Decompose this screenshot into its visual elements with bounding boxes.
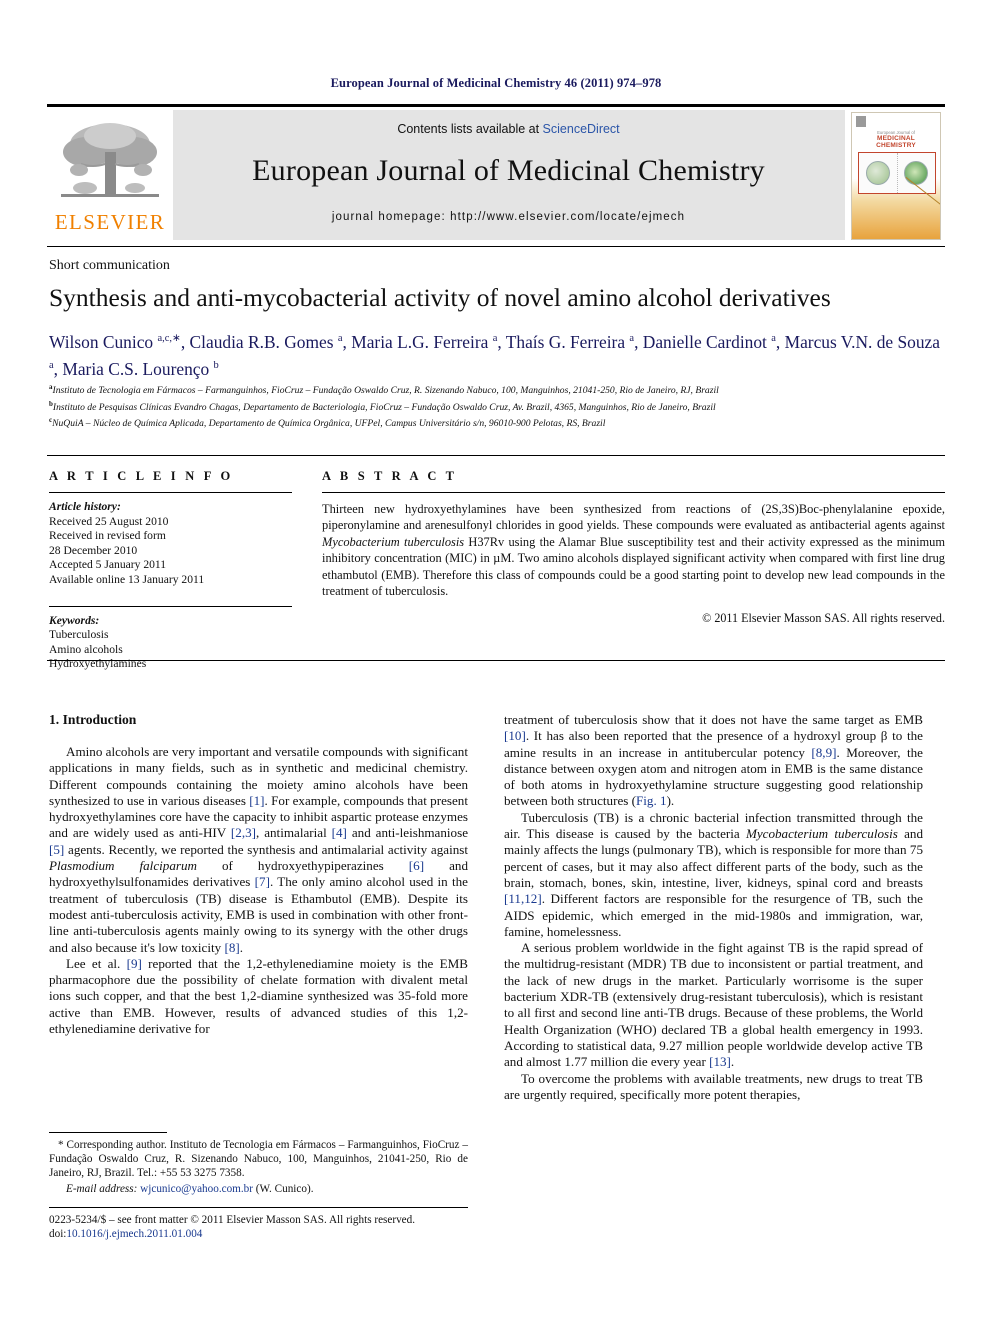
keyword-item: Tuberculosis	[49, 628, 109, 642]
cover-publisher-mark-icon	[856, 116, 866, 127]
body-paragraph: To overcome the problems with available …	[504, 1070, 923, 1102]
corresponding-author-footnote: * Corresponding author. Instituto de Tec…	[49, 1138, 468, 1196]
author-list: Wilson Cunico a,c,∗, Claudia R.B. Gomes …	[49, 331, 940, 379]
contents-prefix: Contents lists available at	[397, 122, 543, 136]
abstract-heading: A B S T R A C T	[322, 469, 458, 483]
history-item: 28 December 2010	[49, 543, 138, 557]
body-paragraph: Tuberculosis (TB) is a chronic bacterial…	[504, 809, 924, 939]
affiliation-a: aInstituto de Tecnologia em Fármacos – F…	[49, 383, 719, 397]
article-type-label: Short communication	[49, 258, 170, 273]
cover-journal-big: MEDICINAL CHEMISTRY	[876, 135, 916, 149]
abstract-text: Thirteen new hydroxyethylamines have bee…	[322, 502, 945, 599]
article-info-column: Article history: Received 25 August 2010…	[49, 492, 292, 672]
footnote-divider	[49, 1132, 167, 1133]
affiliation-c: cNuQuiA – Núcleo de Química Aplicada, De…	[49, 416, 606, 430]
body-column-right: treatment of tuberculosis show that it d…	[504, 712, 923, 1103]
body-paragraph: A serious problem worldwide in the fight…	[504, 940, 923, 1070]
journal-band: Contents lists available at ScienceDirec…	[173, 110, 844, 240]
sciencedirect-link[interactable]: ScienceDirect	[543, 122, 620, 136]
keywords-items: Tuberculosis Amino alcohols Hydroxyethylam…	[49, 628, 292, 672]
body-paragraph: Lee et al. [9] reported that the 1,2-eth…	[49, 955, 468, 1037]
history-item: Accepted 5 January 2011	[49, 558, 167, 572]
email-owner: (W. Cunico).	[255, 1182, 314, 1195]
divider-above-article-type	[47, 246, 945, 247]
divider-above-body	[47, 660, 945, 661]
section-heading-introduction: 1. Introduction	[49, 712, 137, 727]
email-label: E-mail address:	[66, 1182, 138, 1195]
divider-above-info	[47, 455, 945, 456]
doi-value[interactable]: 10.1016/j.ejmech.2011.01.004	[66, 1228, 202, 1240]
abstract-copyright: © 2011 Elsevier Masson SAS. All rights r…	[702, 611, 945, 626]
journal-homepage-link[interactable]: journal homepage: http://www.elsevier.co…	[173, 211, 844, 223]
keywords-block: Keywords: Tuberculosis Amino alcohols Hydr…	[49, 607, 292, 672]
keyword-item: Amino alcohols	[49, 642, 123, 656]
right-column-paragraphs: treatment of tuberculosis show that it d…	[504, 712, 923, 1103]
corresponding-author-text: * Corresponding author. Instituto de Tec…	[49, 1139, 468, 1180]
page-title: Synthesis and anti-mycobacterial activit…	[49, 283, 831, 312]
journal-title: European Journal of Medicinal Chemistry	[252, 154, 765, 187]
imprint-block: 0223-5234/$ – see front matter © 2011 El…	[49, 1213, 519, 1242]
article-history-items: Received 25 August 2010 Received in revis…	[49, 515, 292, 588]
cover-image: European Journal of MEDICINAL CHEMISTRY	[851, 112, 941, 240]
doi-label: doi:	[49, 1228, 67, 1241]
issn-line: 0223-5234/$ – see front matter © 2011 El…	[49, 1214, 416, 1226]
elsevier-wordmark: ELSEVIER	[54, 210, 166, 234]
email-line: E-mail address: wjcunico@yahoo.com.br (W…	[49, 1182, 468, 1196]
affiliation-b: bInstituto de Pesquisas Clínicas Evandro…	[49, 399, 716, 413]
running-head: European Journal of Medicinal Chemistry …	[330, 76, 662, 90]
history-item: Available online 13 January 2011	[49, 572, 205, 586]
body-paragraph: treatment of tuberculosis show that it d…	[504, 712, 923, 809]
cover-title-text: European Journal of MEDICINAL CHEMISTRY	[858, 130, 934, 149]
cover-molecule-icon	[865, 161, 890, 185]
email-link[interactable]: wjcunico@yahoo.com.br	[140, 1183, 253, 1195]
history-item: Received in revised form	[49, 529, 166, 543]
journal-masthead: ELSEVIER Contents lists available at Sci…	[47, 104, 945, 240]
imprint-divider	[49, 1207, 468, 1208]
affiliation-list: aInstituto de Tecnologia em Fármacos – F…	[49, 381, 945, 431]
body-column-left: 1. Introduction Amino alcohols are very …	[49, 712, 468, 1037]
left-column-paragraphs: Amino alcohols are very important and ve…	[49, 744, 468, 1037]
keywords-header: Keywords:	[49, 613, 100, 627]
contents-available-line: Contents lists available at ScienceDirec…	[173, 122, 844, 136]
article-info-heading: A R T I C L E I N F O	[49, 469, 234, 483]
elsevier-tree-icon	[61, 123, 159, 197]
elsevier-logo: ELSEVIER	[47, 110, 173, 240]
journal-article-page: European Journal of Medicinal Chemistry …	[0, 0, 992, 1323]
body-paragraph: Amino alcohols are very important and ve…	[49, 744, 469, 955]
journal-cover-thumbnail: European Journal of MEDICINAL CHEMISTRY	[844, 110, 945, 240]
abstract-column: Thirteen new hydroxyethylamines have bee…	[322, 492, 945, 626]
cover-art-left	[859, 153, 898, 193]
article-history-block: Article history: Received 25 August 2010…	[49, 493, 292, 588]
article-history-header: Article history:	[49, 500, 121, 513]
doi-line: doi:10.1016/j.ejmech.2011.01.004	[49, 1227, 519, 1241]
history-item: Received 25 August 2010	[49, 514, 169, 528]
